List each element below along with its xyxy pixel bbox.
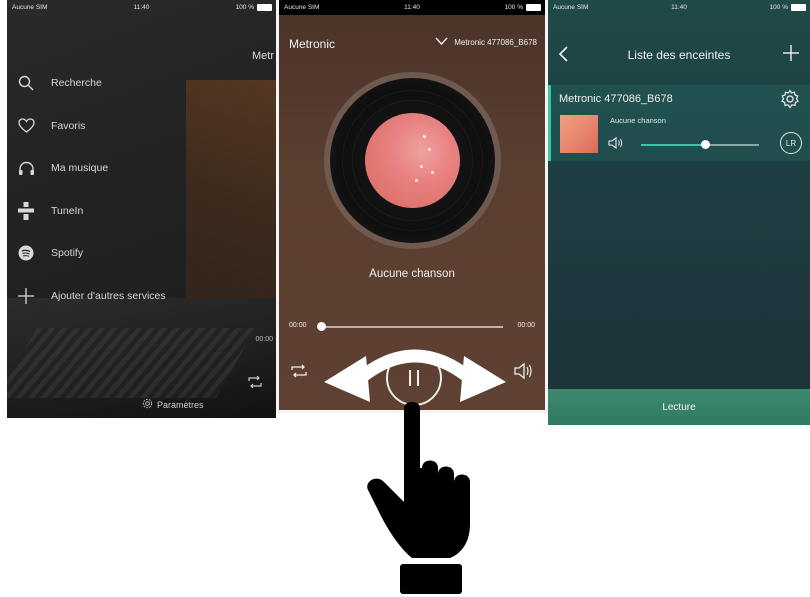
menu-item-tunein[interactable]: TuneIn [17, 190, 257, 233]
status-bar: Aucune SIM 11:40 100 % [279, 0, 545, 15]
device-selector[interactable]: Metronic 477086_B678 [435, 37, 537, 47]
playback-tab[interactable]: Lecture [548, 389, 810, 425]
carrier-label: Aucune SIM [553, 4, 589, 11]
album-thumbnail [560, 115, 598, 153]
stereo-lr-button[interactable]: LR [780, 132, 802, 154]
battery-percent: 100 % [504, 4, 523, 11]
spotify-icon [17, 244, 35, 262]
song-title: Aucune chanson [369, 268, 455, 280]
battery-percent: 100 % [235, 4, 254, 11]
gear-icon [142, 398, 153, 411]
heart-icon [17, 117, 35, 135]
add-speaker-button[interactable] [782, 44, 800, 67]
headphones-icon [17, 159, 35, 177]
side-menu-screen: Aucune SIM 11:40 100 % Metr Recherche Fa… [7, 0, 276, 418]
menu-item-label: Favoris [51, 119, 86, 132]
menu-item-label: Ma musique [51, 162, 109, 175]
plus-icon [783, 45, 799, 61]
volume-fill [641, 144, 706, 146]
menu-item-search[interactable]: Recherche [17, 62, 257, 105]
clock: 11:40 [671, 4, 687, 11]
status-bar: Aucune SIM 11:40 100 % [548, 0, 810, 15]
menu-item-favorites[interactable]: Favoris [17, 105, 257, 148]
repeat-button[interactable] [291, 364, 307, 383]
peek-time: 00:00 [255, 336, 273, 343]
battery-icon [257, 4, 272, 11]
elapsed-time: 00:00 [289, 322, 307, 329]
speaker-card[interactable]: Metronic 477086_B678 Aucune chanson LR [548, 85, 810, 161]
tunein-icon [17, 201, 35, 220]
carrier-label: Aucune SIM [12, 4, 48, 11]
speaker-name: Metronic 477086_B678 [559, 93, 673, 105]
battery-percent: 100 % [769, 4, 788, 11]
menu-item-label: Recherche [51, 77, 102, 90]
album-art [324, 72, 501, 249]
pointing-hand-icon [367, 402, 470, 594]
search-icon [17, 74, 35, 92]
speaker-song: Aucune chanson [610, 116, 666, 125]
carrier-label: Aucune SIM [284, 4, 320, 11]
speaker-list-screen: Aucune SIM 11:40 100 % Liste des enceint… [548, 0, 810, 425]
chevron-down-icon [435, 37, 448, 47]
brand-title: Metronic [289, 37, 336, 51]
battery-icon [526, 4, 541, 11]
volume-button[interactable] [513, 362, 533, 385]
menu-item-add-services[interactable]: Ajouter d'autres services [17, 275, 257, 318]
nav-bar: Liste des enceintes [548, 42, 810, 68]
plus-icon [17, 287, 35, 305]
speaker-icon [608, 136, 624, 155]
settings-button[interactable]: Paramètres [142, 398, 204, 411]
clock: 11:40 [404, 4, 420, 11]
side-menu: Recherche Favoris Ma musique TuneIn Spot… [17, 62, 257, 317]
speaker-icon [514, 362, 532, 380]
vinyl-record [330, 78, 495, 243]
clock: 11:40 [133, 4, 150, 11]
peek-title: Metr [252, 50, 274, 62]
record-label [365, 113, 460, 208]
volume-slider[interactable] [641, 140, 759, 149]
repeat-icon [248, 375, 262, 393]
gear-icon [781, 89, 799, 109]
speaker-settings-button[interactable] [780, 89, 800, 114]
menu-item-label: Spotify [51, 247, 84, 260]
battery-icon [791, 4, 806, 11]
device-name: Metronic 477086_B678 [454, 37, 537, 47]
menu-item-label: TuneIn [51, 204, 84, 217]
menu-item-my-music[interactable]: Ma musique [17, 147, 257, 190]
total-time: 00:00 [517, 322, 535, 329]
volume-thumb[interactable] [701, 140, 711, 149]
menu-item-label: Ajouter d'autres services [51, 289, 166, 302]
status-bar: Aucune SIM 11:40 100 % [7, 0, 276, 15]
repeat-icon [291, 364, 307, 378]
menu-item-spotify[interactable]: Spotify [17, 232, 257, 275]
page-title: Liste des enceintes [627, 48, 731, 62]
settings-label: Paramètres [157, 399, 204, 410]
